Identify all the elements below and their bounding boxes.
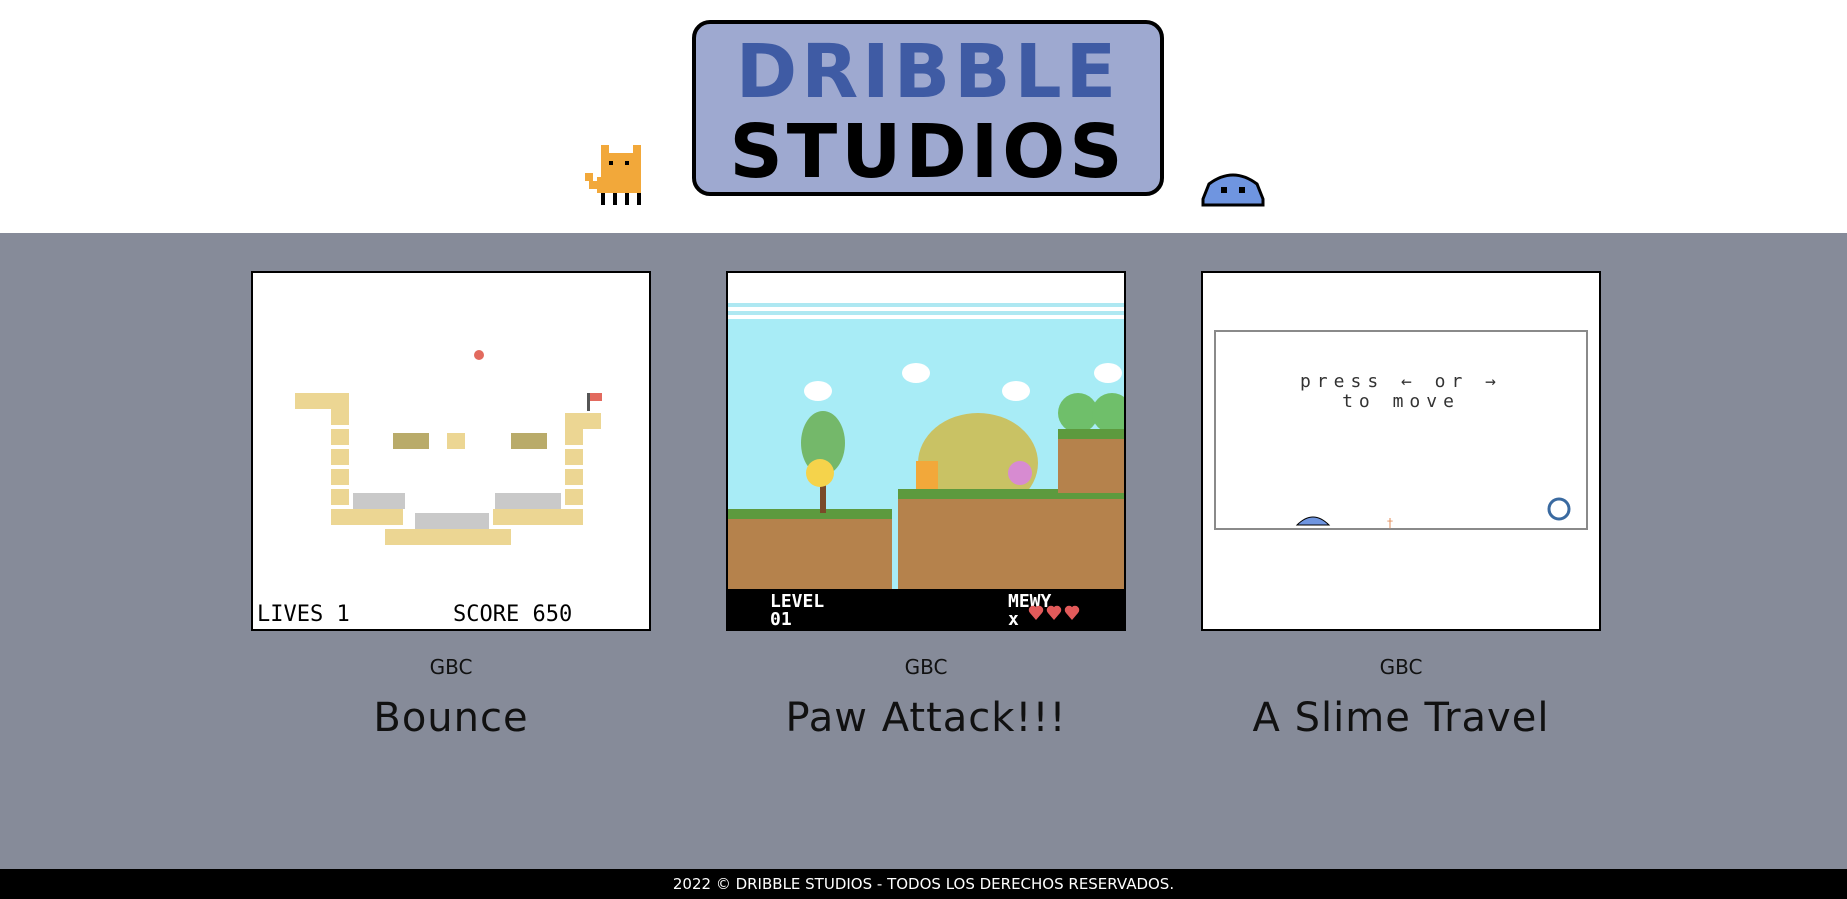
site-header: DRIBBLE STUDIOS [0,0,1847,233]
game-title[interactable]: A Slime Travel [1201,695,1601,741]
game-title[interactable]: Bounce [251,695,651,741]
site-footer: 2022 © DRIBBLE STUDIOS - TODOS LOS DEREC… [0,869,1847,899]
game-card-paw-attack[interactable]: LEVEL 01 MEWY x GBC Paw Attack!!! [726,271,1126,741]
hud-level-number: 01 [770,609,792,629]
heart-icon [1028,605,1080,620]
game-platform: GBC [904,655,948,679]
game-title[interactable]: Paw Attack!!! [726,695,1126,741]
games-section: LIVES 1 SCORE 650 GBC Bounce LEVEL 01 ME… [0,233,1847,869]
game-card-slime-travel[interactable]: press ← or → to move † GBC A Slime Trave… [1201,271,1601,741]
game-screenshot[interactable]: LIVES 1 SCORE 650 [251,271,651,631]
controls-prompt-line-2: to move [1342,391,1460,412]
game-platform: GBC [429,655,473,679]
game-platform: GBC [1379,655,1423,679]
game-screenshot[interactable]: press ← or → to move † [1201,271,1601,631]
hud-x: x [1008,609,1019,629]
hud-score: SCORE 650 [453,602,572,627]
flower-icon: † [1387,516,1393,530]
studio-logo[interactable]: DRIBBLE STUDIOS [692,20,1164,196]
hud-lives: LIVES 1 [257,602,350,627]
controls-prompt-line-1: press ← or → [1300,371,1502,392]
logo-line-2: STUDIOS [729,109,1127,195]
game-card-bounce[interactable]: LIVES 1 SCORE 650 GBC Bounce [251,271,651,741]
cat-mascot-icon [585,145,641,205]
logo-line-1: DRIBBLE [735,29,1121,115]
slime-mascot-icon [1201,173,1265,207]
game-screenshot[interactable]: LEVEL 01 MEWY x [726,271,1126,631]
